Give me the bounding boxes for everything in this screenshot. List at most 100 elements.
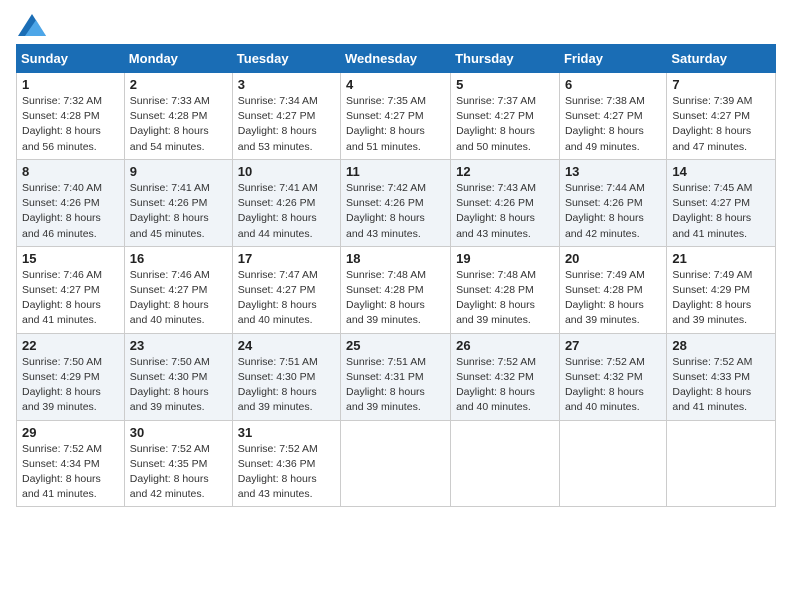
day-number: 3 <box>238 77 335 92</box>
day-info: Sunrise: 7:51 AMSunset: 4:31 PMDaylight:… <box>346 356 426 414</box>
day-number: 17 <box>238 251 335 266</box>
day-number: 2 <box>130 77 227 92</box>
day-header-saturday: Saturday <box>667 45 776 73</box>
day-info: Sunrise: 7:48 AMSunset: 4:28 PMDaylight:… <box>346 269 426 327</box>
calendar-cell: 23 Sunrise: 7:50 AMSunset: 4:30 PMDaylig… <box>124 333 232 420</box>
calendar-table: SundayMondayTuesdayWednesdayThursdayFrid… <box>16 44 776 507</box>
day-info: Sunrise: 7:38 AMSunset: 4:27 PMDaylight:… <box>565 95 645 153</box>
day-info: Sunrise: 7:47 AMSunset: 4:27 PMDaylight:… <box>238 269 318 327</box>
day-number: 28 <box>672 338 770 353</box>
calendar-week-row: 22 Sunrise: 7:50 AMSunset: 4:29 PMDaylig… <box>17 333 776 420</box>
calendar-cell: 21 Sunrise: 7:49 AMSunset: 4:29 PMDaylig… <box>667 246 776 333</box>
day-info: Sunrise: 7:48 AMSunset: 4:28 PMDaylight:… <box>456 269 536 327</box>
day-header-wednesday: Wednesday <box>341 45 451 73</box>
day-number: 16 <box>130 251 227 266</box>
day-number: 5 <box>456 77 554 92</box>
day-info: Sunrise: 7:52 AMSunset: 4:32 PMDaylight:… <box>456 356 536 414</box>
day-number: 14 <box>672 164 770 179</box>
day-number: 30 <box>130 425 227 440</box>
logo <box>16 16 46 34</box>
calendar-cell: 25 Sunrise: 7:51 AMSunset: 4:31 PMDaylig… <box>341 333 451 420</box>
day-header-monday: Monday <box>124 45 232 73</box>
day-number: 20 <box>565 251 661 266</box>
calendar-cell: 4 Sunrise: 7:35 AMSunset: 4:27 PMDayligh… <box>341 73 451 160</box>
day-number: 26 <box>456 338 554 353</box>
calendar-week-row: 15 Sunrise: 7:46 AMSunset: 4:27 PMDaylig… <box>17 246 776 333</box>
day-number: 8 <box>22 164 119 179</box>
calendar-cell: 2 Sunrise: 7:33 AMSunset: 4:28 PMDayligh… <box>124 73 232 160</box>
calendar-cell: 19 Sunrise: 7:48 AMSunset: 4:28 PMDaylig… <box>451 246 560 333</box>
day-number: 12 <box>456 164 554 179</box>
day-info: Sunrise: 7:41 AMSunset: 4:26 PMDaylight:… <box>238 182 318 240</box>
day-number: 4 <box>346 77 445 92</box>
day-info: Sunrise: 7:52 AMSunset: 4:34 PMDaylight:… <box>22 443 102 501</box>
day-info: Sunrise: 7:37 AMSunset: 4:27 PMDaylight:… <box>456 95 536 153</box>
day-info: Sunrise: 7:52 AMSunset: 4:33 PMDaylight:… <box>672 356 752 414</box>
calendar-cell: 29 Sunrise: 7:52 AMSunset: 4:34 PMDaylig… <box>17 420 125 507</box>
calendar-cell: 22 Sunrise: 7:50 AMSunset: 4:29 PMDaylig… <box>17 333 125 420</box>
page-header <box>16 16 776 34</box>
calendar-cell: 13 Sunrise: 7:44 AMSunset: 4:26 PMDaylig… <box>559 159 666 246</box>
day-info: Sunrise: 7:52 AMSunset: 4:36 PMDaylight:… <box>238 443 318 501</box>
day-number: 18 <box>346 251 445 266</box>
calendar-cell: 10 Sunrise: 7:41 AMSunset: 4:26 PMDaylig… <box>232 159 340 246</box>
logo-icon <box>18 14 46 36</box>
day-number: 13 <box>565 164 661 179</box>
calendar-cell: 26 Sunrise: 7:52 AMSunset: 4:32 PMDaylig… <box>451 333 560 420</box>
calendar-cell: 6 Sunrise: 7:38 AMSunset: 4:27 PMDayligh… <box>559 73 666 160</box>
calendar-cell <box>667 420 776 507</box>
calendar-cell: 17 Sunrise: 7:47 AMSunset: 4:27 PMDaylig… <box>232 246 340 333</box>
calendar-cell: 16 Sunrise: 7:46 AMSunset: 4:27 PMDaylig… <box>124 246 232 333</box>
calendar-cell <box>559 420 666 507</box>
day-header-friday: Friday <box>559 45 666 73</box>
calendar-cell: 1 Sunrise: 7:32 AMSunset: 4:28 PMDayligh… <box>17 73 125 160</box>
day-info: Sunrise: 7:45 AMSunset: 4:27 PMDaylight:… <box>672 182 752 240</box>
calendar-header-row: SundayMondayTuesdayWednesdayThursdayFrid… <box>17 45 776 73</box>
calendar-cell: 3 Sunrise: 7:34 AMSunset: 4:27 PMDayligh… <box>232 73 340 160</box>
day-info: Sunrise: 7:34 AMSunset: 4:27 PMDaylight:… <box>238 95 318 153</box>
day-number: 1 <box>22 77 119 92</box>
day-info: Sunrise: 7:40 AMSunset: 4:26 PMDaylight:… <box>22 182 102 240</box>
calendar-cell: 20 Sunrise: 7:49 AMSunset: 4:28 PMDaylig… <box>559 246 666 333</box>
day-number: 24 <box>238 338 335 353</box>
calendar-cell: 11 Sunrise: 7:42 AMSunset: 4:26 PMDaylig… <box>341 159 451 246</box>
day-info: Sunrise: 7:51 AMSunset: 4:30 PMDaylight:… <box>238 356 318 414</box>
day-number: 31 <box>238 425 335 440</box>
day-number: 7 <box>672 77 770 92</box>
calendar-cell: 8 Sunrise: 7:40 AMSunset: 4:26 PMDayligh… <box>17 159 125 246</box>
day-number: 21 <box>672 251 770 266</box>
day-number: 10 <box>238 164 335 179</box>
calendar-week-row: 8 Sunrise: 7:40 AMSunset: 4:26 PMDayligh… <box>17 159 776 246</box>
day-info: Sunrise: 7:32 AMSunset: 4:28 PMDaylight:… <box>22 95 102 153</box>
day-info: Sunrise: 7:49 AMSunset: 4:29 PMDaylight:… <box>672 269 752 327</box>
day-info: Sunrise: 7:44 AMSunset: 4:26 PMDaylight:… <box>565 182 645 240</box>
calendar-cell: 31 Sunrise: 7:52 AMSunset: 4:36 PMDaylig… <box>232 420 340 507</box>
day-number: 11 <box>346 164 445 179</box>
calendar-cell: 14 Sunrise: 7:45 AMSunset: 4:27 PMDaylig… <box>667 159 776 246</box>
day-info: Sunrise: 7:46 AMSunset: 4:27 PMDaylight:… <box>22 269 102 327</box>
calendar-cell <box>451 420 560 507</box>
calendar-cell: 30 Sunrise: 7:52 AMSunset: 4:35 PMDaylig… <box>124 420 232 507</box>
day-header-tuesday: Tuesday <box>232 45 340 73</box>
calendar-cell: 7 Sunrise: 7:39 AMSunset: 4:27 PMDayligh… <box>667 73 776 160</box>
day-info: Sunrise: 7:33 AMSunset: 4:28 PMDaylight:… <box>130 95 210 153</box>
day-info: Sunrise: 7:35 AMSunset: 4:27 PMDaylight:… <box>346 95 426 153</box>
day-info: Sunrise: 7:52 AMSunset: 4:32 PMDaylight:… <box>565 356 645 414</box>
day-number: 29 <box>22 425 119 440</box>
calendar-cell: 12 Sunrise: 7:43 AMSunset: 4:26 PMDaylig… <box>451 159 560 246</box>
day-number: 23 <box>130 338 227 353</box>
day-info: Sunrise: 7:50 AMSunset: 4:29 PMDaylight:… <box>22 356 102 414</box>
calendar-cell <box>341 420 451 507</box>
day-number: 22 <box>22 338 119 353</box>
day-info: Sunrise: 7:50 AMSunset: 4:30 PMDaylight:… <box>130 356 210 414</box>
day-header-sunday: Sunday <box>17 45 125 73</box>
calendar-week-row: 1 Sunrise: 7:32 AMSunset: 4:28 PMDayligh… <box>17 73 776 160</box>
calendar-cell: 24 Sunrise: 7:51 AMSunset: 4:30 PMDaylig… <box>232 333 340 420</box>
calendar-cell: 27 Sunrise: 7:52 AMSunset: 4:32 PMDaylig… <box>559 333 666 420</box>
day-info: Sunrise: 7:41 AMSunset: 4:26 PMDaylight:… <box>130 182 210 240</box>
day-info: Sunrise: 7:52 AMSunset: 4:35 PMDaylight:… <box>130 443 210 501</box>
day-info: Sunrise: 7:49 AMSunset: 4:28 PMDaylight:… <box>565 269 645 327</box>
calendar-cell: 18 Sunrise: 7:48 AMSunset: 4:28 PMDaylig… <box>341 246 451 333</box>
day-number: 9 <box>130 164 227 179</box>
calendar-week-row: 29 Sunrise: 7:52 AMSunset: 4:34 PMDaylig… <box>17 420 776 507</box>
